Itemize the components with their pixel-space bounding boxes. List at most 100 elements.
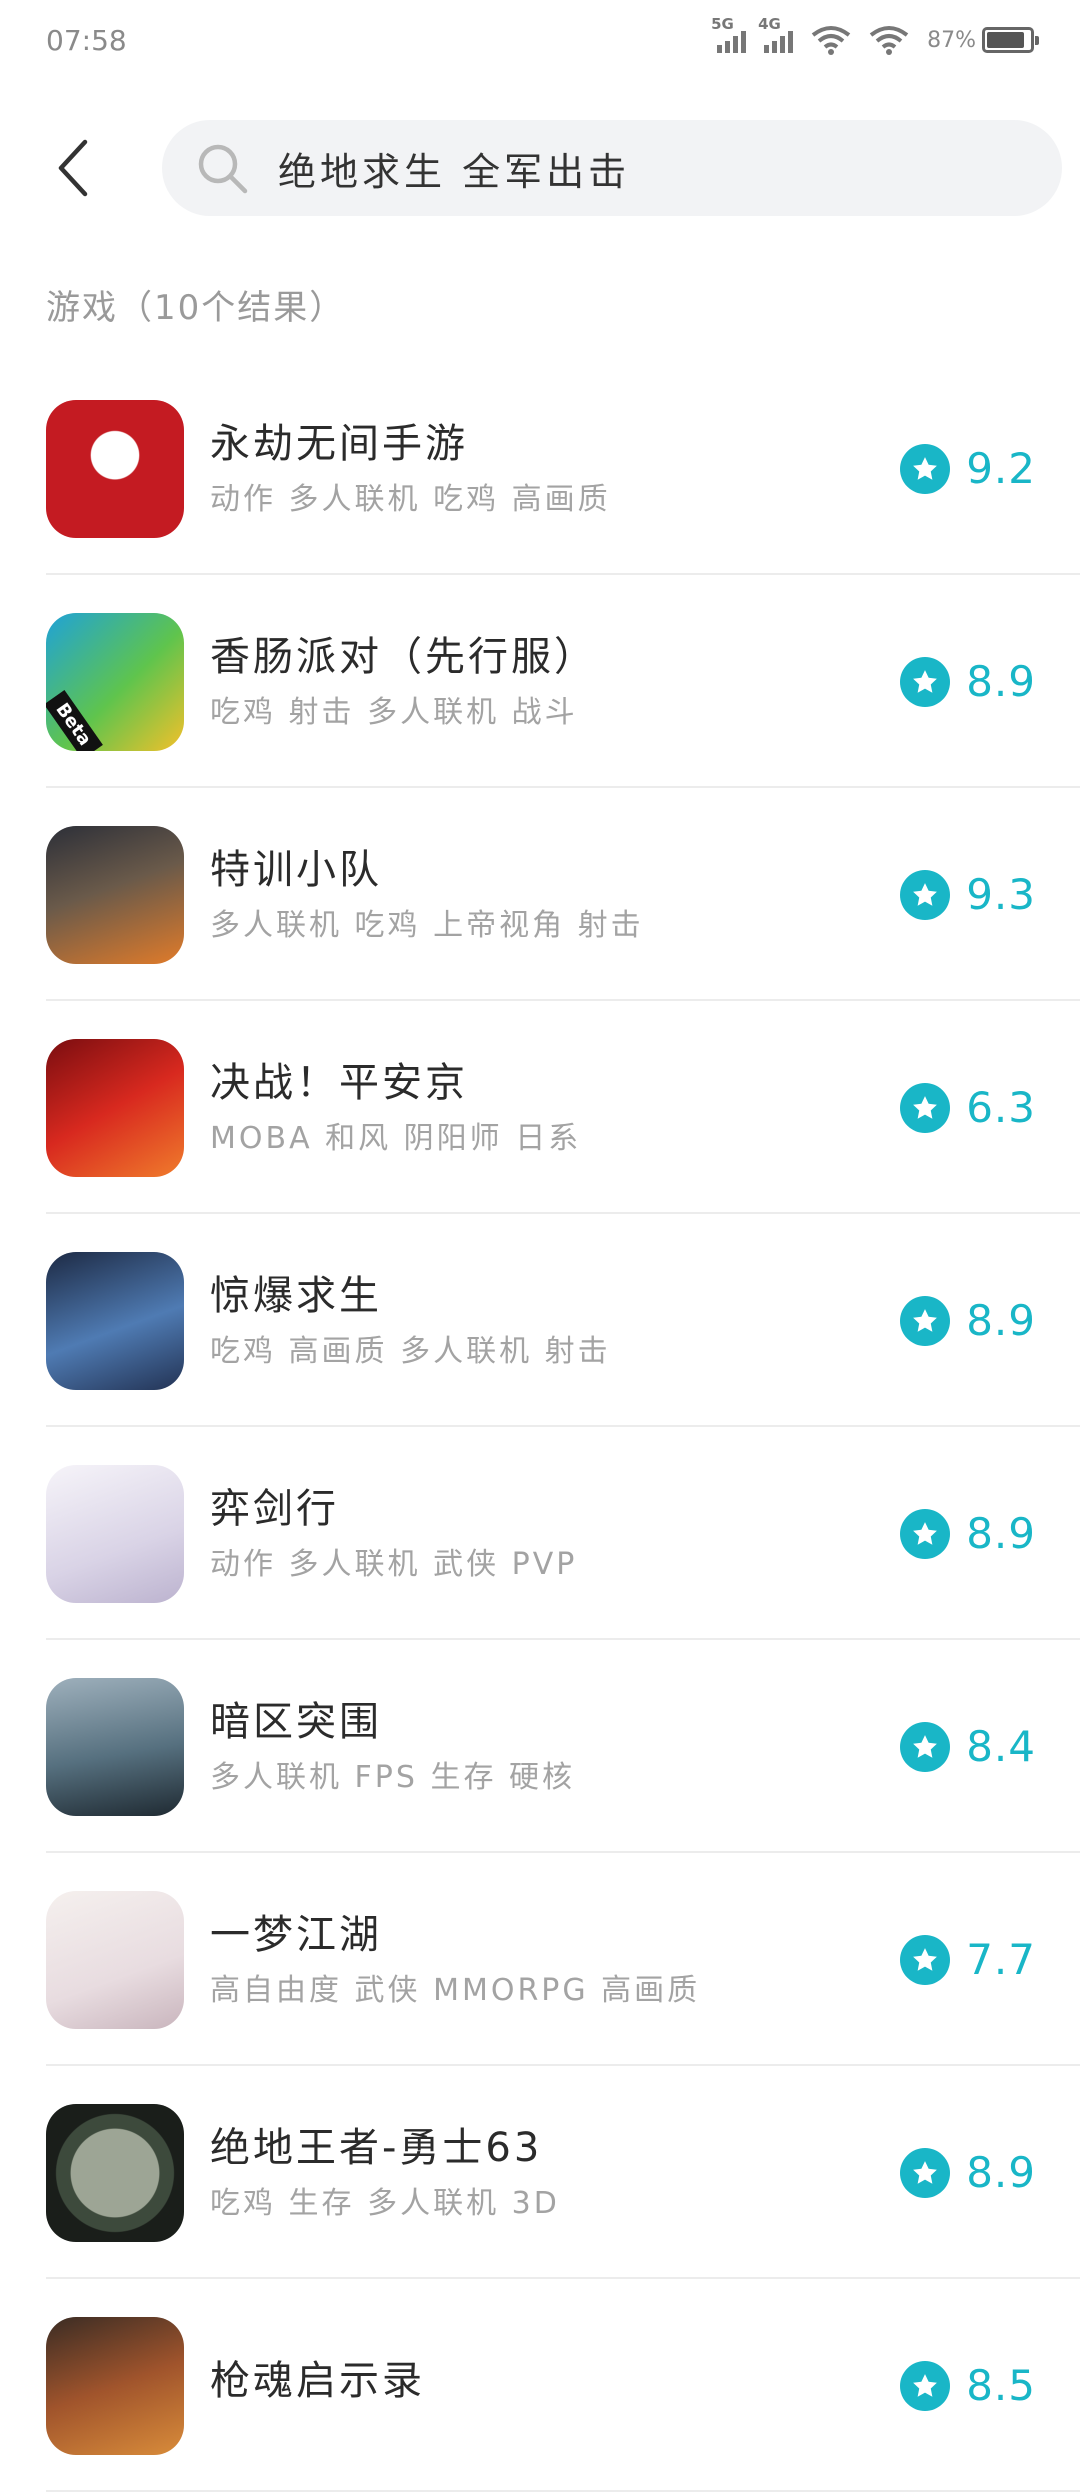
app-name: 永劫无间手游: [210, 420, 468, 467]
app-tags: 吃鸡 高画质 多人联机 射击: [210, 1333, 611, 1369]
rating: 8.4: [900, 1721, 1036, 1772]
app-info: 暗区突围多人联机 FPS 生存 硬核: [210, 1696, 900, 1798]
star-icon: [900, 2147, 951, 2198]
rating: 8.5: [900, 2360, 1036, 2411]
results-list: 永劫无间手游动作 多人联机 吃鸡 高画质 9.2 Beta 香肠派对（先行服） 吃鸡 射…: [0, 362, 1080, 2492]
app-tags: 高自由度 武侠 MMORPG 高画质: [210, 1972, 701, 2008]
arena-breakout-icon: [46, 1677, 184, 1816]
rating-score: 7.7: [966, 1935, 1036, 1984]
app-info: 绝地王者-勇士63 吃鸡 生存 多人联机 3D: [210, 2122, 900, 2224]
star-icon: [900, 656, 951, 707]
battery-percent: 87%: [927, 27, 976, 53]
rating: 8.9: [900, 656, 1036, 707]
rating-score: 8.9: [966, 2148, 1036, 2197]
app-name: 弈剑行: [210, 1485, 339, 1532]
star-icon: [900, 1934, 951, 1985]
app-info: 一梦江湖高自由度 武侠 MMORPG 高画质: [210, 1909, 900, 2011]
star-icon: [900, 2360, 951, 2411]
app-name: 香肠派对（先行服）: [210, 633, 597, 680]
jianghu-icon: [46, 1890, 184, 2029]
list-item[interactable]: 一梦江湖高自由度 武侠 MMORPG 高画质 7.7: [0, 1853, 1080, 2066]
app-tags: 动作 多人联机 武侠 PVP: [210, 1546, 578, 1582]
search-icon: [194, 140, 250, 196]
list-item[interactable]: 暗区突围多人联机 FPS 生存 硬核 8.4: [0, 1640, 1080, 1853]
sword-icon: [46, 1464, 184, 1603]
app-tags: 动作 多人联机 吃鸡 高画质: [210, 481, 611, 517]
app-tags: 多人联机 吃鸡 上帝视角 射击: [210, 907, 644, 943]
star-icon: [900, 869, 951, 920]
list-item[interactable]: 弈剑行动作 多人联机 武侠 PVP 8.9: [0, 1427, 1080, 1640]
list-item[interactable]: 特训小队多人联机 吃鸡 上帝视角 射击 9.3: [0, 788, 1080, 1001]
list-item[interactable]: 惊爆求生吃鸡 高画质 多人联机 射击 8.9: [0, 1214, 1080, 1427]
list-item[interactable]: 枪魂启示录 8.5: [0, 2279, 1080, 2492]
status-icons: 5G 4G 87%: [711, 15, 1039, 55]
yongjie-icon: [46, 399, 184, 538]
app-name: 枪魂启示录: [210, 2357, 425, 2404]
app-info: 香肠派对（先行服） 吃鸡 射击 多人联机 战斗: [210, 631, 900, 733]
app-info: 决战！平安京 MOBA 和风 阴阳师 日系: [210, 1057, 900, 1159]
rating: 9.2: [900, 443, 1036, 494]
app-info: 永劫无间手游动作 多人联机 吃鸡 高画质: [210, 418, 900, 520]
signal-4g-icon: 4G: [758, 15, 794, 53]
rating: 8.9: [900, 2147, 1036, 2198]
rating-score: 9.2: [966, 444, 1036, 493]
star-icon: [900, 1082, 951, 1133]
warrior-scope-icon: [46, 2103, 184, 2242]
rating-score: 6.3: [966, 1083, 1036, 1132]
rating-score: 8.5: [966, 2361, 1036, 2410]
rating: 9.3: [900, 869, 1036, 920]
chevron-left-icon: [58, 139, 88, 197]
app-tags: MOBA 和风 阴阳师 日系: [210, 1120, 582, 1156]
battery-icon: [982, 27, 1039, 53]
app-name: 绝地王者-勇士63: [210, 2124, 543, 2171]
rating: 8.9: [900, 1295, 1036, 1346]
star-icon: [900, 1721, 951, 1772]
status-time: 07:58: [46, 23, 127, 57]
app-name: 一梦江湖: [210, 1911, 382, 1958]
app-name: 惊爆求生: [210, 1272, 382, 1319]
search-header: 绝地求生 全军出击: [0, 118, 1080, 218]
app-info: 弈剑行动作 多人联机 武侠 PVP: [210, 1483, 900, 1585]
gun-soul-icon: [46, 2316, 184, 2455]
rating-score: 8.9: [966, 657, 1036, 706]
app-tags: 吃鸡 射击 多人联机 战斗: [210, 694, 578, 730]
app-info: 惊爆求生吃鸡 高画质 多人联机 射击: [210, 1270, 900, 1372]
app-name: 特训小队: [210, 846, 382, 893]
wifi-icon: [811, 25, 851, 55]
rating-score: 8.4: [966, 1722, 1036, 1771]
signal-5g-icon: 5G: [711, 15, 747, 53]
beta-badge: Beta: [46, 689, 103, 751]
list-item[interactable]: 决战！平安京 MOBA 和风 阴阳师 日系 6.3: [0, 1001, 1080, 1214]
sausage-party-icon: Beta: [46, 612, 184, 751]
search-query: 绝地求生 全军出击: [278, 149, 631, 194]
star-icon: [900, 1295, 951, 1346]
survival-icon: [46, 1251, 184, 1390]
network-label-4g: 4G: [758, 15, 781, 33]
back-button[interactable]: [44, 133, 100, 203]
app-tags: 多人联机 FPS 生存 硬核: [210, 1759, 575, 1795]
rating: 6.3: [900, 1082, 1036, 1133]
app-name: 决战！平安京: [210, 1059, 468, 1106]
heian-kyo-icon: [46, 1038, 184, 1177]
wifi-icon: [869, 25, 909, 55]
rating-score: 8.9: [966, 1509, 1036, 1558]
list-item[interactable]: Beta 香肠派对（先行服） 吃鸡 射击 多人联机 战斗 8.9: [0, 575, 1080, 788]
app-tags: 吃鸡 生存 多人联机 3D: [210, 2185, 560, 2221]
app-name: 暗区突围: [210, 1698, 382, 1745]
star-icon: [900, 443, 951, 494]
rating-score: 8.9: [966, 1296, 1036, 1345]
search-input[interactable]: 绝地求生 全军出击: [162, 120, 1062, 216]
rating-score: 9.3: [966, 870, 1036, 919]
results-section-label: 游戏（10个结果）: [46, 288, 346, 328]
list-item[interactable]: 永劫无间手游动作 多人联机 吃鸡 高画质 9.2: [0, 362, 1080, 575]
special-squad-icon: [46, 825, 184, 964]
list-item[interactable]: 绝地王者-勇士63 吃鸡 生存 多人联机 3D 8.9: [0, 2066, 1080, 2279]
rating: 8.9: [900, 1508, 1036, 1559]
star-icon: [900, 1508, 951, 1559]
status-bar: 07:58 5G 4G 87%: [0, 0, 1080, 80]
network-label-5g: 5G: [711, 15, 734, 33]
battery-indicator: 87%: [927, 27, 1039, 53]
rating: 7.7: [900, 1934, 1036, 1985]
app-info: 枪魂启示录: [210, 2355, 900, 2417]
app-info: 特训小队多人联机 吃鸡 上帝视角 射击: [210, 844, 900, 946]
